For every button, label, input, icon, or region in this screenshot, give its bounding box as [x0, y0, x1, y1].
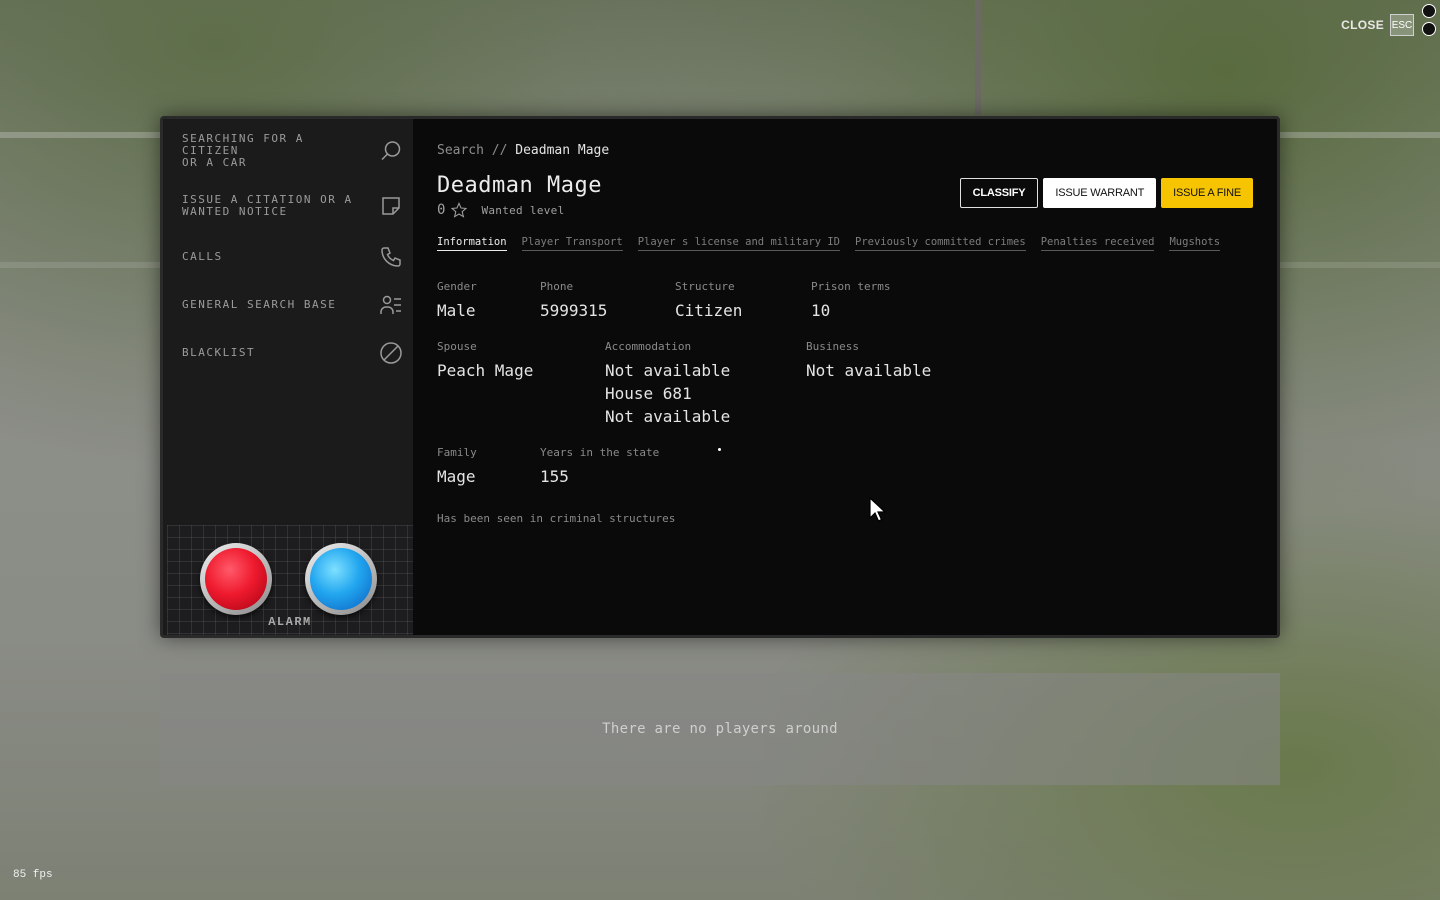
- field-value: Peach Mage: [437, 361, 534, 380]
- tab-player-transport[interactable]: Player Transport: [521, 236, 623, 251]
- phone-icon: [381, 247, 401, 267]
- field-value: 155: [540, 467, 569, 486]
- field-label: Phone: [540, 280, 574, 293]
- years-field: Years in the state 155: [540, 446, 659, 488]
- note-icon: [382, 197, 400, 215]
- field-label: Family: [437, 446, 477, 459]
- target-icon: [1422, 22, 1436, 36]
- criminal-note: Has been seen in criminal structures: [437, 512, 676, 525]
- field-label: Gender: [437, 280, 477, 293]
- profile-tabs: Information Player Transport Player s li…: [437, 236, 1253, 251]
- field-label: Business: [806, 340, 859, 353]
- prison-terms-field: Prison terms 10: [811, 280, 890, 322]
- classify-button[interactable]: CLASSIFY: [959, 178, 1039, 208]
- alarm-red-button[interactable]: [200, 543, 272, 615]
- sidebar-item-calls[interactable]: CALLS: [163, 233, 413, 281]
- block-icon: [380, 342, 402, 364]
- sidebar-item-blacklist[interactable]: BLACKLIST: [163, 329, 413, 377]
- close-control[interactable]: CLOSE ESC: [1341, 14, 1414, 36]
- tab-penalties[interactable]: Penalties received: [1040, 236, 1155, 251]
- field-label: Accommodation: [605, 340, 692, 353]
- tab-information[interactable]: Information: [437, 236, 507, 251]
- info-row: Family Mage Years in the state 155: [437, 446, 1253, 488]
- breadcrumb-separator: //: [491, 143, 508, 158]
- sidebar-item-label: SEARCHING FOR A CITIZEN OR A CAR: [182, 132, 304, 169]
- issue-warrant-button[interactable]: ISSUE WARRANT: [1043, 178, 1157, 208]
- crosshair-dot: [718, 448, 721, 451]
- field-value: Citizen: [675, 301, 743, 320]
- star-icon: [451, 202, 468, 218]
- user-list-icon: [380, 295, 401, 314]
- fps-counter: 85 fps: [13, 869, 53, 881]
- corner-icons: [1422, 4, 1436, 36]
- field-value: 5999315: [540, 301, 608, 320]
- field-value: Male: [437, 301, 476, 320]
- breadcrumb-root[interactable]: Search: [437, 143, 484, 158]
- field-value: Not available House 681 Not available: [605, 361, 731, 426]
- sidebar-item-general-search[interactable]: GENERAL SEARCH BASE: [163, 281, 413, 329]
- alarm-panel: ALARM: [167, 525, 413, 635]
- alarm-blue-button[interactable]: [305, 543, 377, 615]
- mouse-cursor-icon: [869, 497, 887, 522]
- lamp-post: [975, 0, 981, 115]
- esc-key-badge[interactable]: ESC: [1390, 14, 1414, 36]
- sidebar-item-label: ISSUE A CITATION OR A WANTED NOTICE: [182, 193, 353, 218]
- field-label: Spouse: [437, 340, 477, 353]
- breadcrumb: Search // Deadman Mage: [437, 143, 1253, 158]
- sidebar-item-citation[interactable]: ISSUE A CITATION OR A WANTED NOTICE: [163, 179, 413, 233]
- action-buttons: CLASSIFY ISSUE WARRANT ISSUE A FINE: [959, 178, 1253, 208]
- tab-license-military-id[interactable]: Player s license and military ID: [637, 236, 840, 251]
- settings-icon: [1422, 4, 1436, 18]
- spouse-field: Spouse Peach Mage: [437, 340, 605, 428]
- sidebar: SEARCHING FOR A CITIZEN OR A CAR ISSUE A…: [163, 119, 413, 635]
- police-database-panel: SEARCHING FOR A CITIZEN OR A CAR ISSUE A…: [160, 116, 1280, 638]
- wanted-count: 0: [437, 202, 446, 218]
- wanted-label: Wanted level: [481, 203, 565, 217]
- info-row: Gender Male Phone 5999315 Structure Citi…: [437, 280, 1253, 322]
- issue-fine-button[interactable]: ISSUE A FINE: [1161, 178, 1253, 208]
- sidebar-item-label: GENERAL SEARCH BASE: [182, 298, 337, 311]
- empty-state-text: There are no players around: [602, 721, 838, 737]
- phone-field: Phone 5999315: [540, 280, 675, 322]
- structure-field: Structure Citizen: [675, 280, 811, 322]
- tab-mugshots[interactable]: Mugshots: [1169, 236, 1221, 251]
- field-value: Not available: [806, 361, 932, 380]
- breadcrumb-current: Deadman Mage: [515, 143, 610, 158]
- field-label: Years in the state: [540, 446, 660, 459]
- business-field: Business Not available: [806, 340, 931, 428]
- accommodation-field: Accommodation Not available House 681 No…: [605, 340, 806, 428]
- nearby-players-panel: There are no players around: [160, 673, 1280, 785]
- info-row: Spouse Peach Mage Accommodation Not avai…: [437, 340, 1253, 428]
- field-label: Prison terms: [811, 280, 891, 293]
- field-label: Structure: [675, 280, 735, 293]
- citizen-profile: Search // Deadman Mage Deadman Mage 0 Wa…: [413, 119, 1277, 635]
- close-label[interactable]: CLOSE: [1341, 18, 1384, 32]
- alarm-label: ALARM: [268, 615, 312, 629]
- field-value: Mage: [437, 467, 476, 486]
- family-field: Family Mage: [437, 446, 540, 488]
- search-icon: [381, 141, 401, 161]
- gender-field: Gender Male: [437, 280, 540, 322]
- sidebar-item-search[interactable]: SEARCHING FOR A CITIZEN OR A CAR: [163, 119, 413, 179]
- field-value: 10: [811, 301, 831, 320]
- sidebar-item-label: CALLS: [182, 250, 223, 263]
- tab-previous-crimes[interactable]: Previously committed crimes: [855, 236, 1026, 251]
- sidebar-item-label: BLACKLIST: [182, 346, 256, 359]
